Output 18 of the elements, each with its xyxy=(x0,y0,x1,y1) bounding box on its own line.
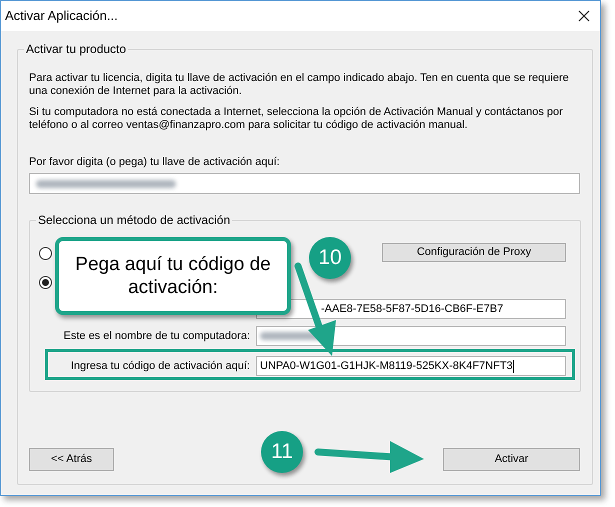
computer-name-field[interactable] xyxy=(256,326,566,346)
activate-button[interactable]: Activar xyxy=(443,448,580,471)
proxy-button[interactable]: Configuración de Proxy xyxy=(382,243,566,262)
field-label: Ingresa tu código de activación aquí: xyxy=(70,358,250,374)
back-button[interactable]: << Atrás xyxy=(29,448,114,471)
radio-button[interactable] xyxy=(39,247,52,260)
group-title: Activar tu producto xyxy=(24,42,128,56)
window-title: Activar Aplicación... xyxy=(5,7,118,26)
group-title: Selecciona un método de activación xyxy=(36,213,232,227)
license-key-field[interactable] xyxy=(29,173,580,194)
close-icon[interactable] xyxy=(578,10,590,22)
field-label: Este es el nombre de tu computadora: xyxy=(64,328,250,344)
activation-code-field[interactable]: UNPA0-W1G01-G1HJK-M8119-525KX-8K4F7NFT3 xyxy=(256,356,566,376)
instruction-text: Si tu computadora no está conectada a Internet, selecciona la opción de Activación Manual y contáctanos por teléfono o al correo ventas@finanzapro.com para solicitar tu código de activación manual. xyxy=(29,106,564,132)
callout: Pega aquí tu código de activación: xyxy=(55,237,291,315)
instruction-text: Para activar tu licencia, digita tu llave de activación en el campo indicado abajo. Ten en cuenta que se requiere una conexión de Internet para la activación. xyxy=(29,72,570,98)
radio-button[interactable] xyxy=(39,276,52,289)
field-label: Por favor digita (o pega) tu llave de activación aquí: xyxy=(29,156,281,169)
